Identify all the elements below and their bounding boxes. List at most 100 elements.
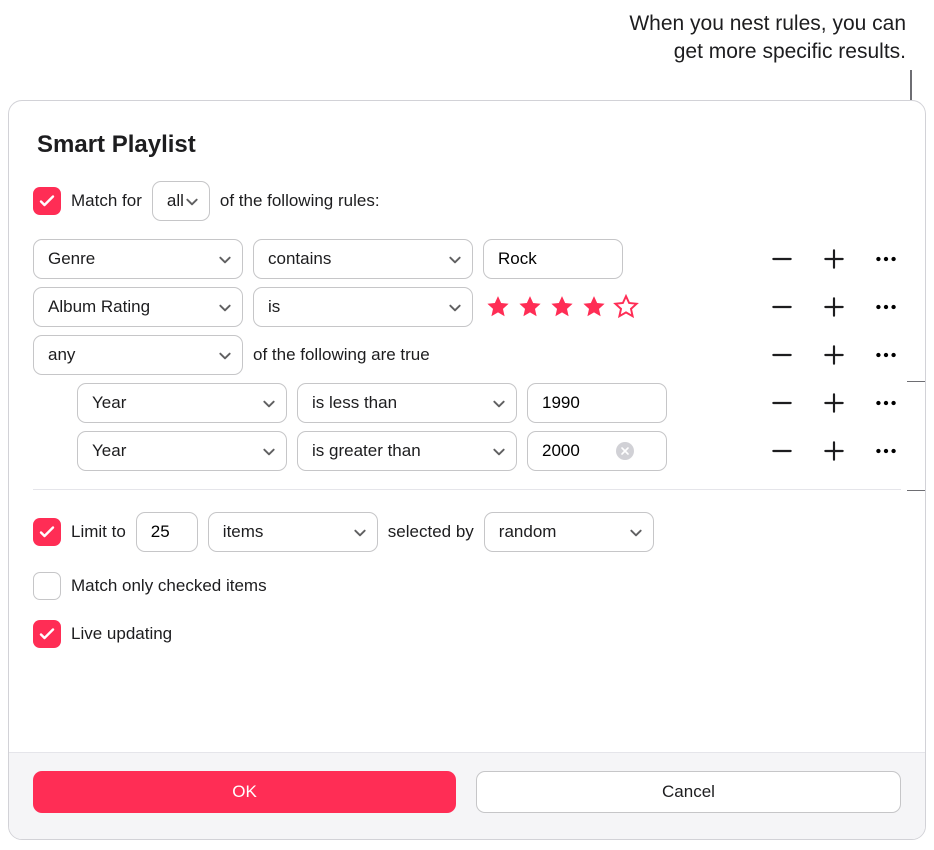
dialog-footer: OK Cancel [9, 752, 925, 839]
nested-mode-select[interactable]: any [33, 335, 243, 375]
rule-operator-select[interactable]: is greater than [297, 431, 517, 471]
ok-button[interactable]: OK [33, 771, 456, 813]
add-rule-button[interactable] [819, 340, 849, 370]
rule-value-input[interactable] [483, 239, 623, 279]
chevron-down-icon [218, 300, 232, 314]
rule-value-input[interactable] [527, 383, 667, 423]
add-rule-button[interactable] [819, 388, 849, 418]
check-icon [39, 193, 55, 209]
rule-field-select[interactable]: Genre [33, 239, 243, 279]
chevron-down-icon [218, 252, 232, 266]
ellipsis-icon [873, 390, 899, 416]
rule-operator-select[interactable]: is less than [297, 383, 517, 423]
add-rule-button[interactable] [819, 244, 849, 274]
nested-rules-bracket [907, 381, 926, 491]
chevron-down-icon [185, 194, 199, 208]
match-checkbox[interactable] [33, 187, 61, 215]
check-icon [39, 524, 55, 540]
remove-rule-button[interactable] [767, 292, 797, 322]
clear-input-button[interactable] [616, 442, 634, 460]
rule-operator-select[interactable]: is [253, 287, 473, 327]
remove-rule-button[interactable] [767, 244, 797, 274]
ok-button-label: OK [232, 782, 257, 802]
add-rule-button[interactable] [819, 292, 849, 322]
more-rule-button[interactable] [871, 340, 901, 370]
remove-rule-button[interactable] [767, 388, 797, 418]
live-updating-checkbox[interactable] [33, 620, 61, 648]
live-updating-label: Live updating [71, 624, 172, 644]
selected-by-label: selected by [388, 522, 474, 542]
match-mode-select[interactable]: all [152, 181, 210, 221]
check-icon [39, 626, 55, 642]
rule-field-select[interactable]: Album Rating [33, 287, 243, 327]
rule-field-value: Year [92, 441, 126, 461]
rule-value-text[interactable] [540, 392, 620, 414]
limit-sort-value: random [499, 522, 557, 542]
ellipsis-icon [873, 438, 899, 464]
minus-icon [769, 390, 795, 416]
more-rule-button[interactable] [871, 244, 901, 274]
live-updating-row: Live updating [33, 610, 901, 658]
chevron-down-icon [218, 348, 232, 362]
rule-value-text[interactable] [540, 440, 608, 462]
ellipsis-icon [873, 342, 899, 368]
add-rule-button[interactable] [819, 436, 849, 466]
plus-icon [821, 246, 847, 272]
rule-row: Album Rating is [33, 283, 901, 331]
rule-field-value: Genre [48, 249, 95, 269]
rule-value-input[interactable] [527, 431, 667, 471]
cancel-button[interactable]: Cancel [476, 771, 901, 813]
chevron-down-icon [262, 396, 276, 410]
remove-rule-button[interactable] [767, 340, 797, 370]
chevron-down-icon [492, 444, 506, 458]
nested-rule-row: Year is less than [33, 379, 901, 427]
limit-unit-value: items [223, 522, 264, 542]
ellipsis-icon [873, 294, 899, 320]
callout-line-1: When you nest rules, you can [629, 10, 906, 38]
rule-field-value: Year [92, 393, 126, 413]
star-filled-icon[interactable] [581, 294, 607, 320]
cancel-button-label: Cancel [662, 782, 715, 802]
rule-operator-value: is less than [312, 393, 397, 413]
rule-operator-select[interactable]: contains [253, 239, 473, 279]
star-filled-icon[interactable] [517, 294, 543, 320]
star-filled-icon[interactable] [549, 294, 575, 320]
rule-row: Genre contains [33, 235, 901, 283]
match-only-checked-label: Match only checked items [71, 576, 267, 596]
minus-icon [769, 342, 795, 368]
minus-icon [769, 438, 795, 464]
star-empty-icon[interactable] [613, 294, 639, 320]
plus-icon [821, 390, 847, 416]
callout-line-2: get more specific results. [629, 38, 906, 66]
match-mode-value: all [167, 191, 184, 211]
star-rating[interactable] [483, 294, 639, 320]
more-rule-button[interactable] [871, 292, 901, 322]
match-suffix-label: of the following rules: [220, 191, 380, 211]
limit-value-input[interactable] [136, 512, 198, 552]
limit-unit-select[interactable]: items [208, 512, 378, 552]
match-prefix-label: Match for [71, 191, 142, 211]
more-rule-button[interactable] [871, 436, 901, 466]
ellipsis-icon [873, 246, 899, 272]
rule-field-select[interactable]: Year [77, 431, 287, 471]
limit-sort-select[interactable]: random [484, 512, 654, 552]
rule-operator-value: is greater than [312, 441, 421, 461]
remove-rule-button[interactable] [767, 436, 797, 466]
chevron-down-icon [262, 444, 276, 458]
nested-group-row: any of the following are true [33, 331, 901, 379]
chevron-down-icon [629, 525, 643, 539]
plus-icon [821, 438, 847, 464]
rule-field-select[interactable]: Year [77, 383, 287, 423]
rule-value-text[interactable] [496, 248, 576, 270]
rule-operator-value: is [268, 297, 280, 317]
limit-row: Limit to items selected by random [33, 508, 901, 556]
more-rule-button[interactable] [871, 388, 901, 418]
limit-value-text[interactable] [149, 521, 185, 543]
limit-checkbox[interactable] [33, 518, 61, 546]
nested-rule-row: Year is greater than [33, 427, 901, 475]
star-filled-icon[interactable] [485, 294, 511, 320]
chevron-down-icon [448, 300, 462, 314]
plus-icon [821, 342, 847, 368]
limit-label: Limit to [71, 522, 126, 542]
match-only-checked-checkbox[interactable] [33, 572, 61, 600]
